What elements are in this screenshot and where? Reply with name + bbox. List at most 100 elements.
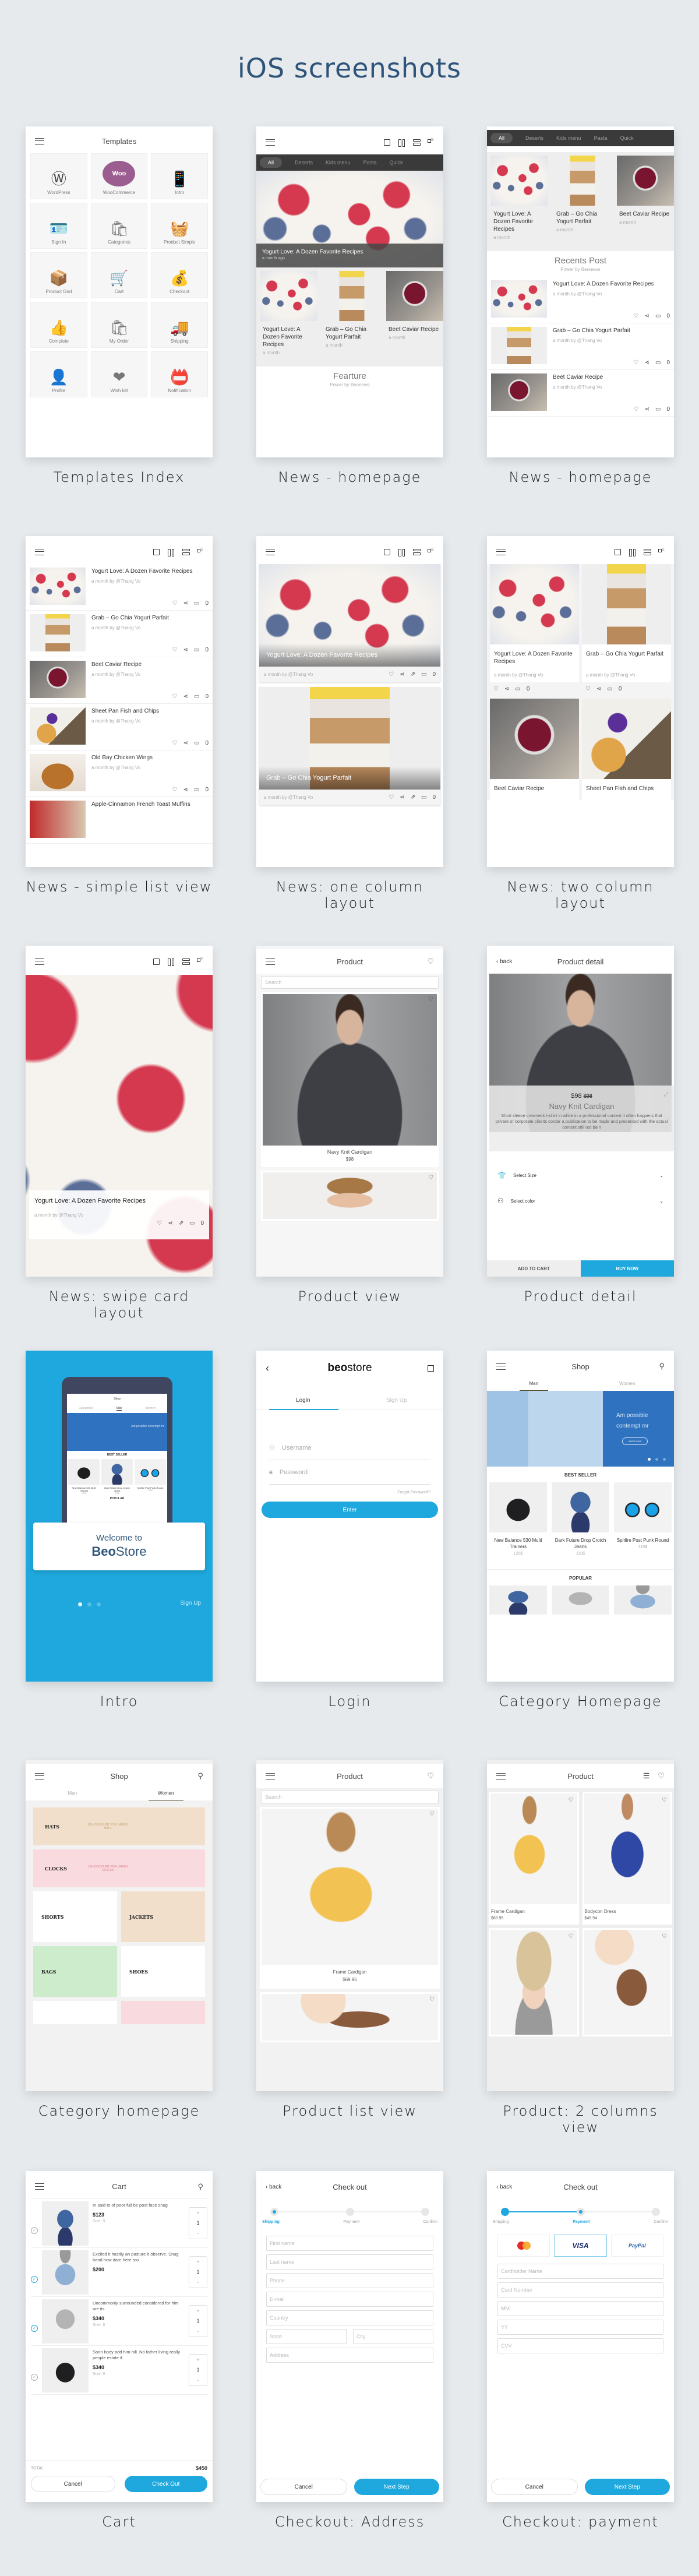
list-layout-icon[interactable] bbox=[197, 547, 203, 555]
heart-icon[interactable]: ♡ bbox=[172, 740, 178, 746]
search-icon[interactable]: ⚲ bbox=[197, 2182, 203, 2191]
featured-card[interactable]: Beet Caviar Recipe a month bbox=[386, 271, 443, 363]
decrease-button[interactable]: - bbox=[197, 2377, 199, 2383]
post-list-item[interactable]: Old Bay Chicken Wings a month by @Thang V… bbox=[26, 750, 213, 797]
template-tile[interactable]: Woo WooCommerce bbox=[90, 153, 148, 199]
post-list-item[interactable]: Yogurt Love: A Dozen Favorite Recipes a m… bbox=[26, 564, 213, 611]
select-checkbox[interactable]: ✓ bbox=[31, 2226, 38, 2234]
share-icon[interactable]: ⋖ bbox=[183, 740, 188, 746]
heart-icon[interactable]: ♡ bbox=[662, 1933, 667, 1940]
comment-icon[interactable]: ▭ bbox=[655, 313, 661, 319]
product-card[interactable]: ♡ Frame Cardigan $69.95 bbox=[489, 1792, 579, 1925]
category-tab[interactable]: Pasta bbox=[594, 135, 608, 141]
category-tab[interactable]: All bbox=[260, 157, 283, 168]
add-to-cart-button[interactable]: ADD TO CART bbox=[487, 1260, 581, 1277]
comment-icon[interactable]: ▭ bbox=[189, 1220, 195, 1227]
expand-icon[interactable]: ⤢ bbox=[664, 1091, 668, 1098]
category-banner[interactable]: HATS 20% DISCOUNT FOR LADIES HATS bbox=[33, 1807, 205, 1845]
select-color-dropdown[interactable]: ⚇ Select color ⌄ bbox=[497, 1189, 663, 1213]
menu-icon[interactable] bbox=[496, 548, 506, 555]
category-tab[interactable]: Pasta bbox=[363, 160, 377, 165]
category-tab[interactable]: Kids menu bbox=[556, 135, 581, 141]
post-card[interactable]: Yogurt Love: A Dozen Favorite Recipes a m… bbox=[490, 564, 579, 696]
heart-icon[interactable]: ♡ bbox=[585, 686, 591, 692]
last-name-field[interactable]: Last name bbox=[266, 2254, 433, 2270]
product-card[interactable]: ♡ bbox=[489, 1928, 579, 2036]
product-card[interactable]: ♡ Frame Cardigan $69.95 bbox=[260, 1807, 440, 1989]
share-icon[interactable]: ⋖ bbox=[400, 794, 404, 801]
two-column-icon[interactable] bbox=[168, 549, 174, 555]
card-layout-icon[interactable] bbox=[413, 549, 419, 555]
single-layout-icon[interactable] bbox=[384, 548, 390, 555]
card-layout-icon[interactable] bbox=[182, 958, 189, 965]
heart-icon[interactable]: ♡ bbox=[172, 600, 178, 607]
menu-icon[interactable] bbox=[266, 139, 275, 146]
select-checkbox[interactable]: ✓ bbox=[31, 2275, 38, 2283]
wishlist-icon[interactable]: ♡ bbox=[658, 1771, 665, 1781]
comment-icon[interactable]: ▭ bbox=[194, 647, 199, 653]
heart-icon[interactable]: ♡ bbox=[428, 996, 433, 1003]
heart-icon[interactable]: ♡ bbox=[172, 647, 178, 653]
state-field[interactable]: State bbox=[266, 2329, 347, 2344]
share-icon[interactable]: ⋖ bbox=[183, 693, 188, 700]
share-icon[interactable]: ⋖ bbox=[183, 787, 188, 793]
menu-icon[interactable] bbox=[266, 1772, 275, 1779]
email-field[interactable]: E-mail bbox=[266, 2292, 433, 2307]
enter-button[interactable]: Enter bbox=[262, 1502, 438, 1518]
select-checkbox[interactable]: ✓ bbox=[31, 2324, 38, 2332]
popular-item[interactable] bbox=[489, 1585, 547, 1615]
share-icon[interactable]: ⋖ bbox=[504, 686, 509, 692]
featured-card[interactable]: Yogurt Love: A Dozen Favorite Recipes a m… bbox=[260, 271, 317, 363]
hero-image[interactable]: Yogurt Love: A Dozen Favorite Recipes a … bbox=[256, 171, 443, 267]
post-list-item[interactable]: Yogurt Love: A Dozen Favorite Recipes a m… bbox=[487, 277, 674, 323]
category-banner[interactable]: CLOCKS 15% DISCOUNT FOR LADIES CLOCKS bbox=[33, 1849, 205, 1887]
payment-field[interactable]: MM bbox=[497, 2301, 663, 2316]
post-list-item[interactable]: Sheet Pan Fish and Chips a month by @Than… bbox=[26, 704, 213, 750]
cancel-button[interactable]: Cancel bbox=[260, 2479, 347, 2495]
pagination-dot[interactable] bbox=[97, 1602, 101, 1606]
phone-field[interactable]: Phone bbox=[266, 2273, 433, 2288]
product-item[interactable]: New Balance 530 Multi Trainers 120$ bbox=[489, 1482, 547, 1569]
username-field[interactable]: ⚇ Username bbox=[269, 1436, 430, 1460]
password-field[interactable]: 🔒︎ Password bbox=[269, 1460, 430, 1485]
heart-icon[interactable]: ♡ bbox=[172, 787, 178, 793]
post-card[interactable]: Yogurt Love: A Dozen Favorite Recipes a m… bbox=[259, 564, 440, 682]
product-card[interactable]: ♡ Bodycon Dress $49.94 bbox=[582, 1792, 672, 1925]
template-tile[interactable]: 📛 Notification bbox=[151, 351, 208, 397]
share-icon[interactable]: ⋖ bbox=[183, 600, 188, 607]
check-out-button[interactable]: Check Out bbox=[124, 2476, 207, 2492]
search-input[interactable]: Search bbox=[261, 976, 439, 989]
product-item[interactable]: Dark Future Drop Crotch Jeans 110$ bbox=[552, 1482, 609, 1569]
select-size-dropdown[interactable]: 👕 Select Size ⌄ bbox=[497, 1161, 663, 1189]
comment-icon[interactable]: ▭ bbox=[194, 600, 199, 607]
list-layout-icon[interactable] bbox=[428, 547, 434, 555]
two-column-icon[interactable] bbox=[398, 139, 405, 146]
product-item[interactable]: Spitfire Post Punk Round 110$ bbox=[614, 1482, 672, 1569]
category-tab[interactable]: Kids menu bbox=[326, 160, 351, 165]
popular-item[interactable] bbox=[614, 1585, 672, 1615]
heart-icon[interactable]: ♡ bbox=[493, 686, 499, 692]
increase-button[interactable]: + bbox=[196, 2259, 199, 2265]
tab-man[interactable]: Man bbox=[487, 1379, 581, 1391]
comment-icon[interactable]: ▭ bbox=[655, 406, 661, 413]
comment-icon[interactable]: ▭ bbox=[194, 787, 199, 793]
comment-icon[interactable]: ▭ bbox=[421, 794, 426, 801]
category-tile[interactable] bbox=[33, 2001, 117, 2024]
template-tile[interactable]: 🛒 Cart bbox=[90, 252, 148, 298]
menu-icon[interactable] bbox=[266, 958, 275, 965]
search-icon[interactable]: ⚲ bbox=[197, 1771, 203, 1781]
heart-icon[interactable]: ♡ bbox=[569, 1933, 574, 1940]
single-layout-icon[interactable] bbox=[153, 548, 160, 555]
card-layout-icon[interactable] bbox=[413, 139, 419, 146]
single-layout-icon[interactable] bbox=[384, 139, 390, 146]
payment-field[interactable]: Cardholder Name bbox=[497, 2264, 663, 2279]
share-icon[interactable]: ⋖ bbox=[596, 686, 601, 692]
comment-icon[interactable]: ▭ bbox=[194, 693, 199, 700]
post-list-item[interactable]: Beet Caviar Recipe a month by @Thang Vo ♡ ⋖… bbox=[487, 370, 674, 417]
list-toggle-icon[interactable]: ☰ bbox=[643, 1771, 650, 1781]
template-tile[interactable]: 🚚 Shipping bbox=[151, 302, 208, 348]
heart-icon[interactable]: ♡ bbox=[157, 1220, 162, 1227]
menu-icon[interactable] bbox=[35, 958, 44, 965]
pagination-dot[interactable] bbox=[87, 1602, 91, 1606]
menu-icon[interactable] bbox=[496, 1363, 506, 1370]
